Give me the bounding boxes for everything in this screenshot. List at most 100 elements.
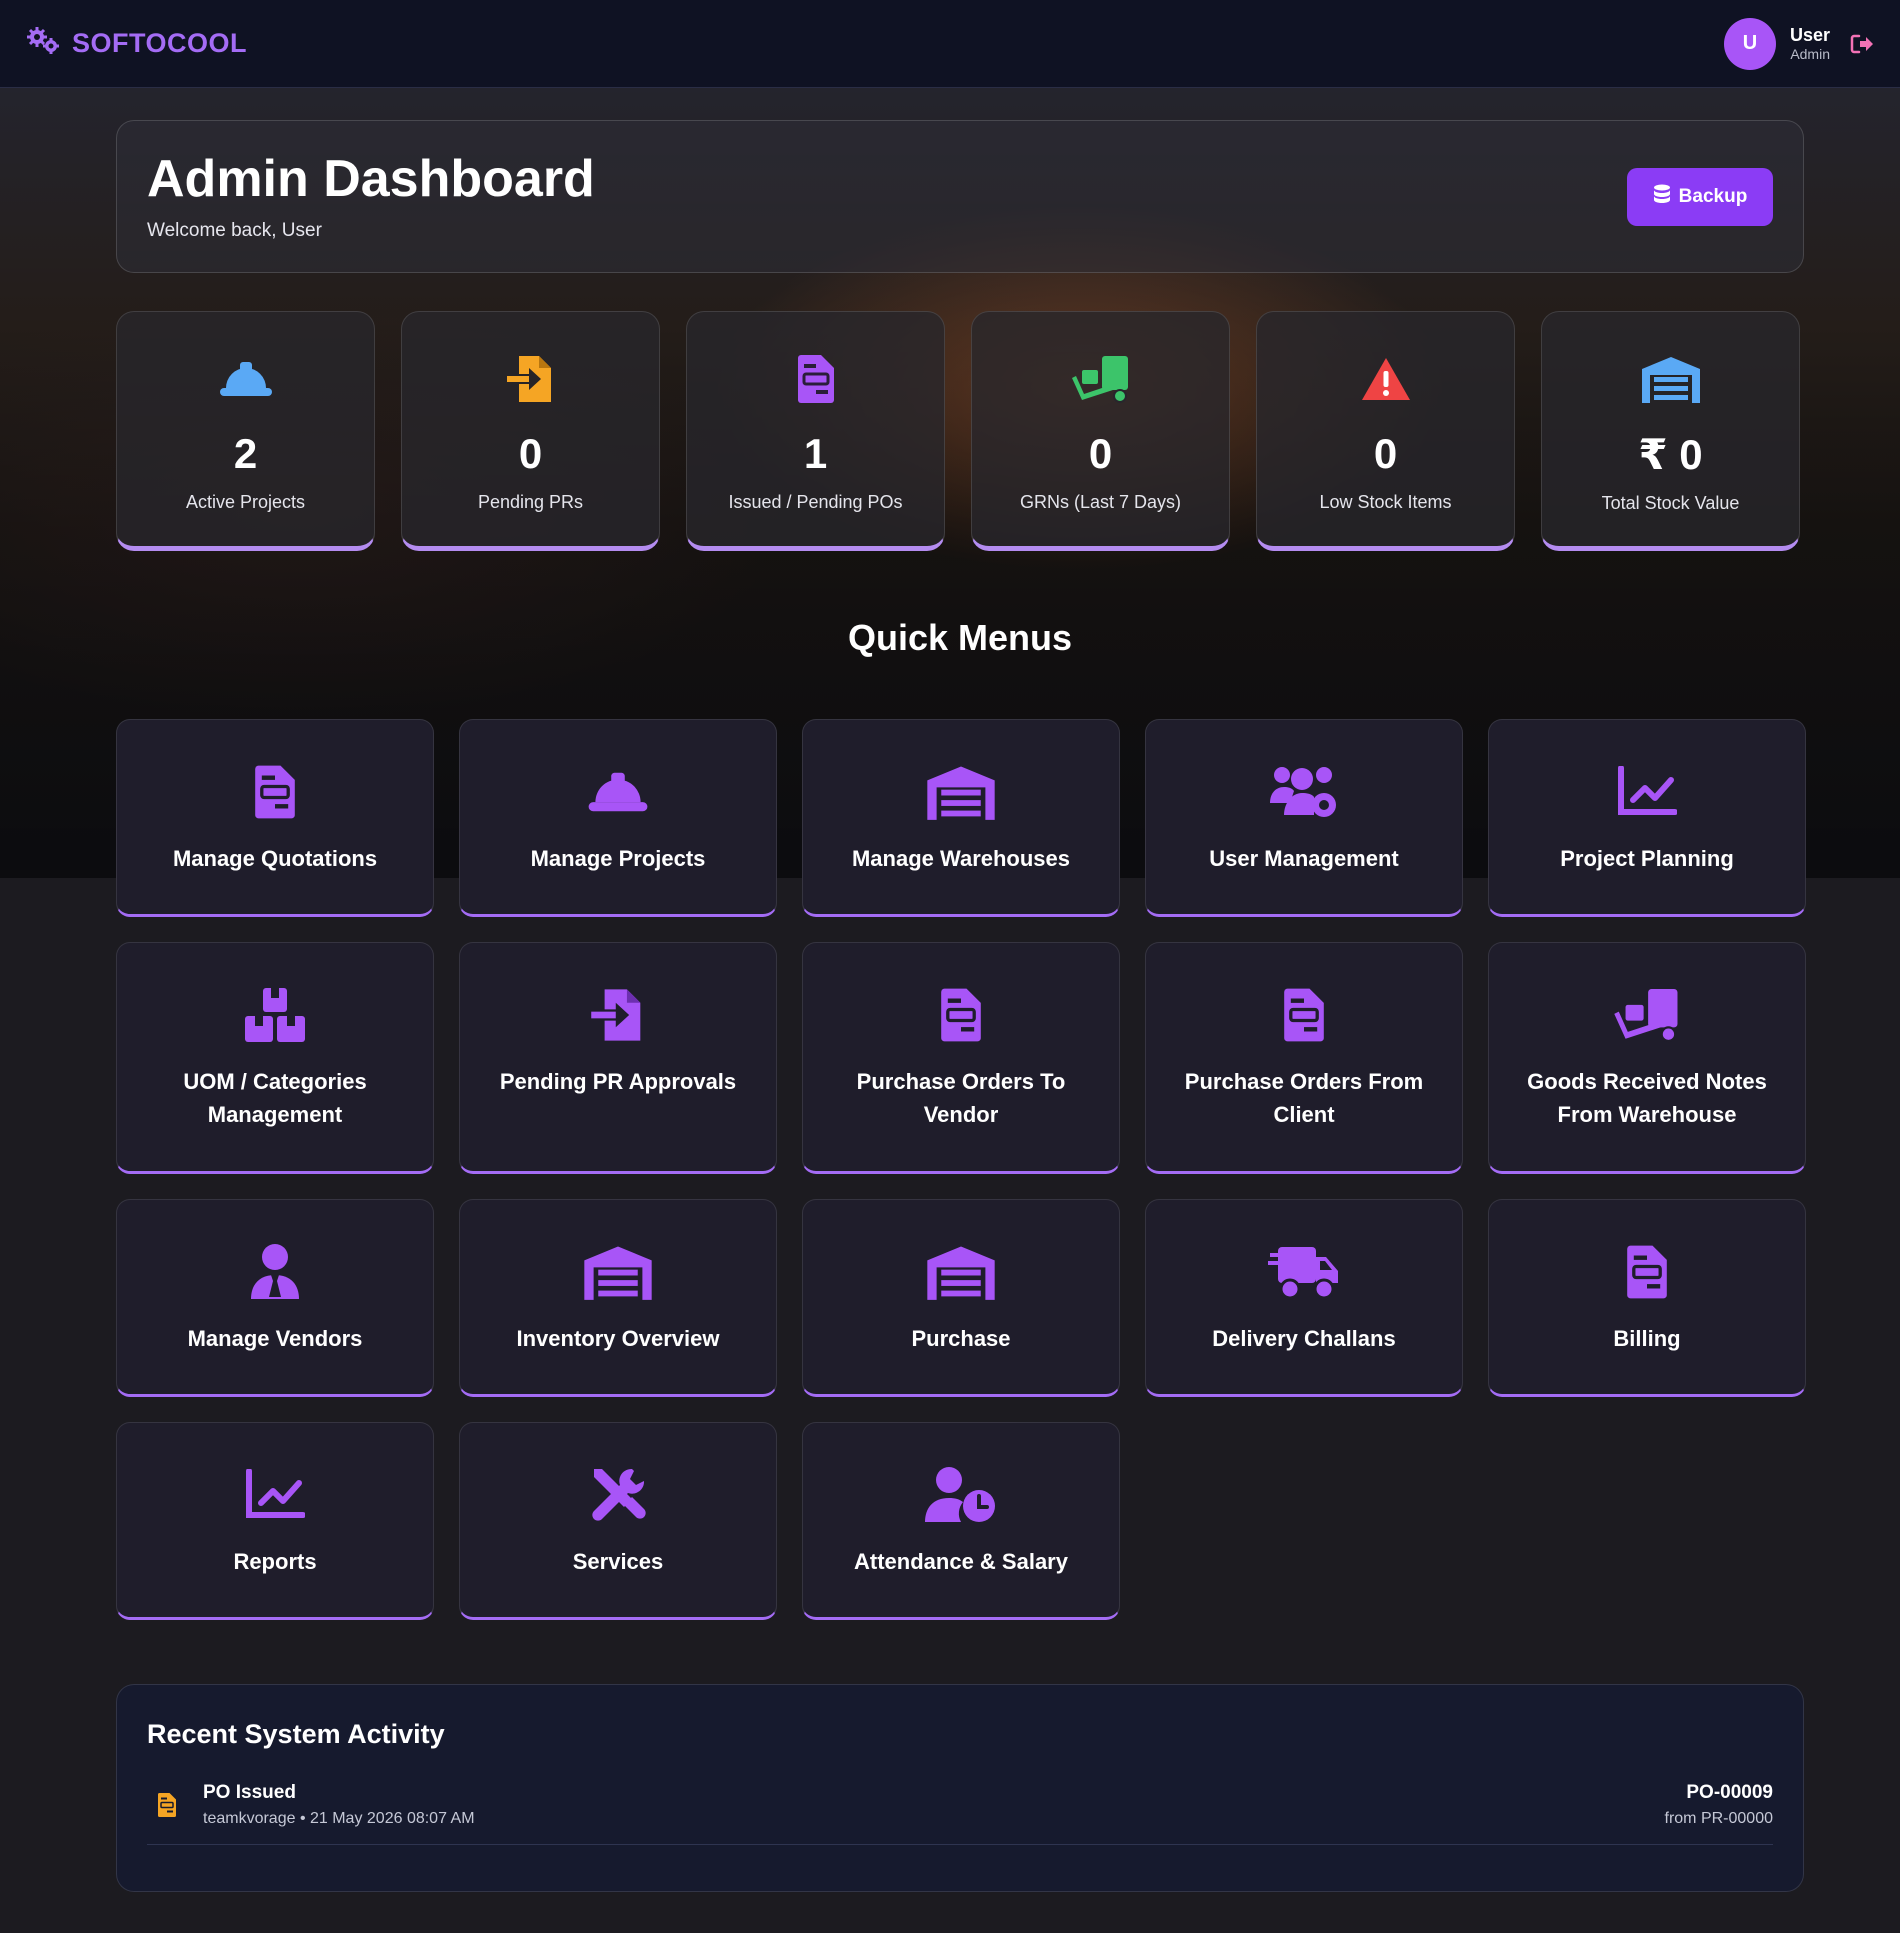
- menu-label: Purchase Orders From Client: [1184, 1069, 1424, 1127]
- menu-label: Manage Warehouses: [851, 846, 1071, 871]
- menu-attendance-salary[interactable]: Attendance & Salary: [802, 1422, 1120, 1620]
- activity-item[interactable]: PO Issued teamkvorage • 21 May 2026 08:0…: [147, 1782, 1773, 1845]
- file-invoice-icon: [939, 985, 983, 1045]
- file-invoice-icon: [796, 352, 836, 406]
- menu-label: Purchase Orders To Vendor: [856, 1069, 1066, 1127]
- stats-row: 2 Active Projects 0 Pending PRs 1 Issued…: [116, 311, 1804, 551]
- brand[interactable]: SOFTOCOOL: [26, 26, 247, 61]
- stat-card-pending-prs[interactable]: 0 Pending PRs: [401, 311, 660, 551]
- warehouse-icon: [582, 1242, 654, 1302]
- chart-line-icon: [1617, 762, 1677, 822]
- menu-inventory-overview[interactable]: Inventory Overview: [459, 1199, 777, 1397]
- menu-pending-pr-approvals[interactable]: Pending PR Approvals: [459, 942, 777, 1174]
- tools-icon: [588, 1465, 648, 1525]
- warehouse-icon: [1640, 352, 1702, 406]
- menu-label: Inventory Overview: [516, 1326, 720, 1351]
- menu-label: Services: [572, 1549, 664, 1574]
- stat-card-low-stock[interactable]: 0 Low Stock Items: [1256, 311, 1515, 551]
- stat-label: Low Stock Items: [1319, 492, 1452, 512]
- users-cog-icon: [1268, 762, 1340, 822]
- menu-reports[interactable]: Reports: [116, 1422, 434, 1620]
- activity-item-from: from PR-00000: [1664, 1810, 1774, 1827]
- stat-label: Issued / Pending POs: [728, 492, 903, 512]
- menu-manage-projects[interactable]: Manage Projects: [459, 719, 777, 917]
- activity-item-ref: PO-00009: [1686, 1782, 1773, 1803]
- chart-line-icon: [245, 1465, 305, 1525]
- menu-label: User Management: [1209, 846, 1399, 871]
- stat-value: 0: [1373, 430, 1398, 477]
- menu-delivery-challans[interactable]: Delivery Challans: [1145, 1199, 1463, 1397]
- file-import-icon: [505, 352, 557, 406]
- stat-label: GRNs (Last 7 Days): [1019, 492, 1182, 512]
- activity-item-title: PO Issued: [203, 1782, 296, 1803]
- dolly-icon: [1612, 985, 1682, 1045]
- file-import-icon: [589, 985, 647, 1045]
- file-invoice-icon: [1625, 1242, 1669, 1302]
- menu-goods-received-notes[interactable]: Goods Received Notes From Warehouse: [1488, 942, 1806, 1174]
- recent-activity-panel: Recent System Activity PO Issued teamkvo…: [116, 1684, 1804, 1892]
- activity-title: Recent System Activity: [147, 1719, 445, 1749]
- warehouse-icon: [925, 1242, 997, 1302]
- user-clock-icon: [925, 1465, 997, 1525]
- menu-manage-quotations[interactable]: Manage Quotations: [116, 719, 434, 917]
- boxes-icon: [243, 985, 307, 1045]
- menu-billing[interactable]: Billing: [1488, 1199, 1806, 1397]
- user-name: User: [1789, 25, 1830, 46]
- avatar[interactable]: U: [1723, 17, 1776, 70]
- stat-label: Total Stock Value: [1601, 493, 1740, 513]
- warehouse-icon: [925, 762, 997, 822]
- user-tie-icon: [249, 1242, 301, 1302]
- menu-label: Attendance & Salary: [854, 1549, 1068, 1574]
- user-info: User Admin: [1790, 25, 1830, 62]
- menu-purchase[interactable]: Purchase: [802, 1199, 1120, 1397]
- stat-label: Active Projects: [185, 492, 306, 512]
- logout-icon[interactable]: [1850, 33, 1874, 55]
- menu-label: Delivery Challans: [1212, 1326, 1396, 1351]
- menu-label: Manage Vendors: [187, 1326, 363, 1351]
- database-icon: [1653, 184, 1671, 210]
- quick-menus-title: Quick Menus: [847, 617, 1073, 658]
- top-navbar: SOFTOCOOL U User Admin: [0, 0, 1900, 88]
- stat-value: ₹ 0: [1638, 431, 1703, 478]
- dolly-icon: [1070, 352, 1132, 406]
- truck-fast-icon: [1268, 1242, 1340, 1302]
- menu-label: Goods Received Notes From Warehouse: [1527, 1069, 1767, 1127]
- quick-menus-grid: Manage Quotations Manage Projects Manage…: [116, 719, 1806, 1620]
- file-invoice-icon: [253, 762, 297, 822]
- stat-label: Pending PRs: [477, 492, 584, 512]
- menu-label: Manage Quotations: [172, 846, 378, 871]
- warning-icon: [1360, 352, 1412, 406]
- menu-services[interactable]: Services: [459, 1422, 777, 1620]
- backup-button[interactable]: Backup: [1627, 168, 1773, 226]
- menu-label: Billing: [1613, 1326, 1681, 1351]
- menu-po-from-client[interactable]: Purchase Orders From Client: [1145, 942, 1463, 1174]
- menu-manage-vendors[interactable]: Manage Vendors: [116, 1199, 434, 1397]
- stat-card-issued-pos[interactable]: 1 Issued / Pending POs: [686, 311, 945, 551]
- menu-user-management[interactable]: User Management: [1145, 719, 1463, 917]
- menu-project-planning[interactable]: Project Planning: [1488, 719, 1806, 917]
- stat-card-active-projects[interactable]: 2 Active Projects: [116, 311, 375, 551]
- gears-icon: [26, 26, 62, 61]
- menu-label: Reports: [233, 1549, 317, 1574]
- stat-value: 2: [233, 430, 258, 477]
- menu-manage-warehouses[interactable]: Manage Warehouses: [802, 719, 1120, 917]
- stat-card-grns[interactable]: 0 GRNs (Last 7 Days): [971, 311, 1230, 551]
- menu-po-to-vendor[interactable]: Purchase Orders To Vendor: [802, 942, 1120, 1174]
- hard-hat-icon: [218, 352, 274, 406]
- brand-name: SOFTOCOOL: [72, 28, 248, 58]
- file-invoice-icon: [1282, 985, 1326, 1045]
- menu-label: UOM / Categories Management: [183, 1069, 367, 1127]
- welcome-message: Welcome back, User: [147, 220, 322, 242]
- backup-label: Backup: [1678, 186, 1748, 207]
- stat-value: 1: [803, 430, 828, 477]
- dashboard-header: Admin Dashboard Welcome back, User Backu…: [116, 120, 1804, 273]
- menu-uom-categories[interactable]: UOM / Categories Management: [116, 942, 434, 1174]
- file-invoice-icon: [147, 1788, 177, 1822]
- hard-hat-icon: [586, 762, 650, 822]
- stat-value: 0: [1088, 430, 1113, 477]
- stat-card-total-stock-value[interactable]: ₹ 0 Total Stock Value: [1541, 311, 1800, 551]
- page-title: Admin Dashboard: [147, 150, 595, 208]
- menu-label: Purchase: [911, 1326, 1011, 1351]
- menu-label: Pending PR Approvals: [499, 1069, 737, 1094]
- user-role: Admin: [1790, 45, 1830, 62]
